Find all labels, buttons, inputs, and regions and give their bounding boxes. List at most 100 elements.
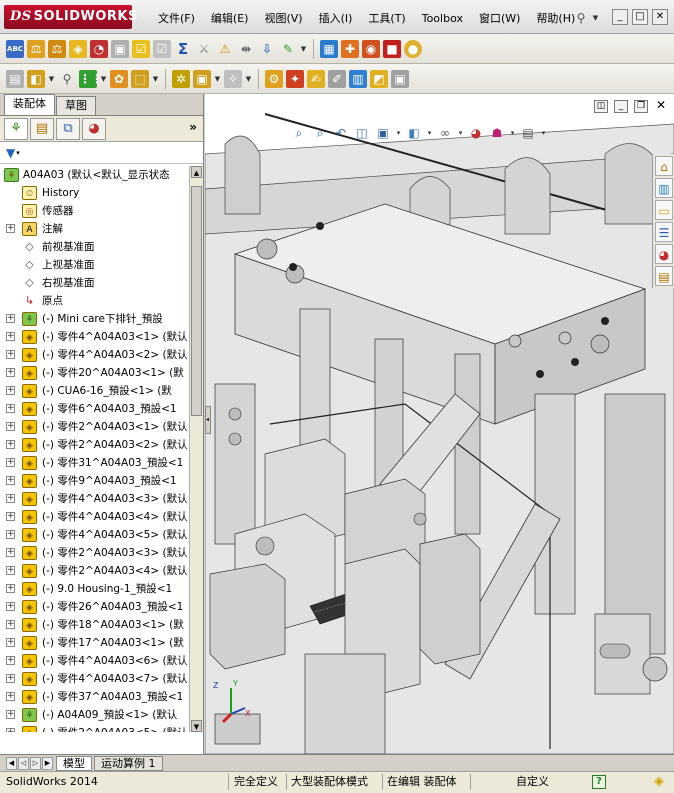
expand-toggle-icon[interactable]: + bbox=[6, 620, 15, 629]
reference-geometry-icon[interactable]: ✧ bbox=[224, 69, 242, 88]
tree-item[interactable]: + ◈ (-) 零件2^A04A03<4> (默认 bbox=[0, 562, 190, 580]
status-units[interactable]: 自定义 bbox=[516, 772, 549, 792]
scroll-down-icon[interactable]: ▼ bbox=[191, 720, 202, 732]
scroll-thumb[interactable] bbox=[191, 186, 202, 416]
chevron-down-icon[interactable]: ▾ bbox=[457, 124, 464, 142]
minimize-button[interactable]: _ bbox=[612, 9, 628, 25]
configuration-manager-tab-icon[interactable]: ⧉ bbox=[56, 117, 80, 140]
tree-item[interactable]: ⏲ History bbox=[0, 184, 190, 202]
tab-sketch[interactable]: 草图 bbox=[56, 96, 96, 115]
expand-toggle-icon[interactable]: + bbox=[6, 548, 15, 557]
equations-icon[interactable]: Σ bbox=[174, 40, 192, 58]
performance-evaluation-icon[interactable]: ◉ bbox=[362, 39, 380, 58]
view-palette-icon[interactable]: ☰ bbox=[655, 222, 673, 242]
clearance-icon[interactable]: ⇹ bbox=[237, 40, 255, 58]
new-motion-study-icon[interactable]: ⚙ bbox=[265, 69, 283, 88]
restore-button[interactable]: □ bbox=[632, 9, 648, 25]
expand-toggle-icon[interactable]: + bbox=[6, 674, 15, 683]
tree-item[interactable]: + ◈ (-) 零件4^A04A03<1> (默认 bbox=[0, 328, 190, 346]
viewport-restore-button[interactable]: ❐ bbox=[634, 100, 648, 113]
tab-assembly[interactable]: 装配体 bbox=[4, 94, 55, 115]
tree-item[interactable]: ◎ 传感器 bbox=[0, 202, 190, 220]
expand-toggle-icon[interactable]: + bbox=[6, 584, 15, 593]
chevron-down-icon[interactable]: ▼ bbox=[592, 9, 599, 27]
bom-icon[interactable]: ▦ bbox=[320, 39, 338, 58]
tree-item[interactable]: + ⚘ (-) A04A09_預設<1> (默认 bbox=[0, 706, 190, 724]
linear-pattern-icon[interactable]: ⋮⋮ bbox=[79, 69, 103, 88]
chevron-down-icon[interactable]: ▼ bbox=[100, 70, 107, 88]
section-properties-icon[interactable]: ◈ bbox=[69, 39, 87, 58]
help-icon[interactable]: ? bbox=[592, 775, 606, 789]
thickness-analysis-icon[interactable]: ⚔ bbox=[195, 40, 213, 58]
tree-item[interactable]: + ◈ (-) 零件2^A04A03<5> (默认 bbox=[0, 724, 190, 732]
last-tab-arrow-icon[interactable]: ▶ bbox=[42, 756, 53, 770]
tree-item[interactable]: + ◈ (-) 零件4^A04A03<5> (默认 bbox=[0, 526, 190, 544]
check-icon[interactable]: ◔ bbox=[90, 39, 108, 58]
chevron-down-icon[interactable]: ▼ bbox=[214, 70, 221, 88]
zoom-to-area-icon[interactable]: ⌕ bbox=[311, 124, 329, 142]
tree-item[interactable]: + ◈ (-) 零件6^A04A03_預設<1 bbox=[0, 400, 190, 418]
edit-appearance-icon[interactable]: ◕ bbox=[467, 124, 485, 142]
solidworks-logo[interactable]: DS SOLIDWORKS bbox=[4, 5, 137, 29]
spell-check-icon[interactable]: ABC bbox=[6, 39, 24, 58]
tree-item[interactable]: + ◈ (-) 零件4^A04A03<6> (默认 bbox=[0, 652, 190, 670]
expand-toggle-icon[interactable]: + bbox=[6, 512, 15, 521]
large-assembly-icon[interactable]: ▣ bbox=[391, 69, 409, 88]
expand-toggle-icon[interactable]: + bbox=[6, 530, 15, 539]
display-manager-tab-icon[interactable]: ◕ bbox=[82, 117, 106, 140]
new-part-icon[interactable]: ◧ bbox=[27, 69, 45, 88]
view-orientation-icon[interactable]: ▣ bbox=[374, 124, 392, 142]
tree-item[interactable]: + ◈ (-) 零件2^A04A03<3> (默认 bbox=[0, 544, 190, 562]
expand-toggle-icon[interactable]: + bbox=[6, 692, 15, 701]
menu-file[interactable]: 文件(F) bbox=[150, 10, 203, 28]
expand-toggle-icon[interactable]: + bbox=[6, 314, 15, 323]
menu-toolbox[interactable]: Toolbox bbox=[414, 10, 471, 28]
menu-window[interactable]: 窗口(W) bbox=[471, 10, 528, 28]
menu-view[interactable]: 视图(V) bbox=[256, 10, 310, 28]
tree-item[interactable]: + ⚘ (-) Mini care下排针_預設 bbox=[0, 310, 190, 328]
chevron-down-icon[interactable]: ▼ bbox=[48, 70, 55, 88]
menu-insert[interactable]: 插入(I) bbox=[311, 10, 361, 28]
expand-toggle-icon[interactable]: + bbox=[6, 602, 15, 611]
expand-toggle-icon[interactable]: + bbox=[6, 224, 15, 233]
menu-tools[interactable]: 工具(T) bbox=[360, 10, 413, 28]
solidworks-resources-icon[interactable]: ⌂ bbox=[655, 156, 673, 176]
filter-icon[interactable]: ▼ bbox=[6, 146, 15, 160]
feature-manager-tab-icon[interactable]: ⚘ bbox=[4, 117, 28, 140]
tree-item[interactable]: ↳ 原点 bbox=[0, 292, 190, 310]
tree-item[interactable]: ◇ 右视基准面 bbox=[0, 274, 190, 292]
display-style-icon[interactable]: ◧ bbox=[405, 124, 423, 142]
custom-properties-icon[interactable]: ▤ bbox=[655, 266, 673, 286]
chevron-down-icon[interactable]: ▾ bbox=[509, 124, 516, 142]
explode-line-sketch-icon[interactable]: ✍ bbox=[307, 69, 325, 88]
section-view-icon[interactable]: ◫ bbox=[353, 124, 371, 142]
status-large-assembly-mode[interactable]: 大型装配体模式 bbox=[291, 772, 368, 792]
tree-item[interactable]: + ◈ (-) 零件4^A04A03<4> (默认 bbox=[0, 508, 190, 526]
tree-item[interactable]: + ◈ (-) 零件2^A04A03<1> (默认 bbox=[0, 418, 190, 436]
mate-icon[interactable]: ⚲ bbox=[58, 70, 76, 88]
rebuild-tag-icon[interactable]: ◈ bbox=[654, 772, 664, 792]
zoom-to-fit-icon[interactable]: ⌕ bbox=[290, 124, 308, 142]
tree-item[interactable]: + ◈ (-) 零件4^A04A03<2> (默认 bbox=[0, 346, 190, 364]
tree-item[interactable]: + ◈ (-) 零件4^A04A03<7> (默认 bbox=[0, 670, 190, 688]
assembly-features-icon[interactable]: ▣ bbox=[193, 69, 211, 88]
exploded-view-icon[interactable]: ✦ bbox=[286, 69, 304, 88]
panel-collapse-handle[interactable]: ◂ bbox=[205, 406, 211, 434]
tree-item[interactable]: + ◈ (-) 零件9^A04A03_預設<1 bbox=[0, 472, 190, 490]
move-component-icon[interactable]: ⬚ bbox=[131, 69, 149, 88]
tree-item[interactable]: + ◈ (-) 零件17^A04A03<1> (默 bbox=[0, 634, 190, 652]
show-hidden-icon[interactable]: ✲ bbox=[172, 69, 190, 88]
tree-item[interactable]: + ◈ (-) 零件31^A04A03_預設<1 bbox=[0, 454, 190, 472]
expand-toggle-icon[interactable]: + bbox=[6, 476, 15, 485]
chevron-down-icon[interactable]: ▾ bbox=[395, 124, 402, 142]
chevron-down-icon[interactable]: ▾ bbox=[540, 124, 547, 142]
scroll-up-icon[interactable]: ▲ bbox=[191, 166, 202, 178]
view-settings-icon[interactable]: ▤ bbox=[519, 124, 537, 142]
expand-toggle-icon[interactable]: + bbox=[6, 404, 15, 413]
expand-toggle-icon[interactable]: + bbox=[6, 728, 15, 732]
insert-component-icon[interactable]: ▤ bbox=[6, 69, 24, 88]
hole-alignment-icon[interactable]: ⇩ bbox=[258, 40, 276, 58]
split-view-icon[interactable]: ◫ bbox=[594, 100, 608, 113]
smart-fasteners-icon[interactable]: ✿ bbox=[110, 69, 128, 88]
tree-item[interactable]: + ◈ (-) 零件2^A04A03<2> (默认 bbox=[0, 436, 190, 454]
